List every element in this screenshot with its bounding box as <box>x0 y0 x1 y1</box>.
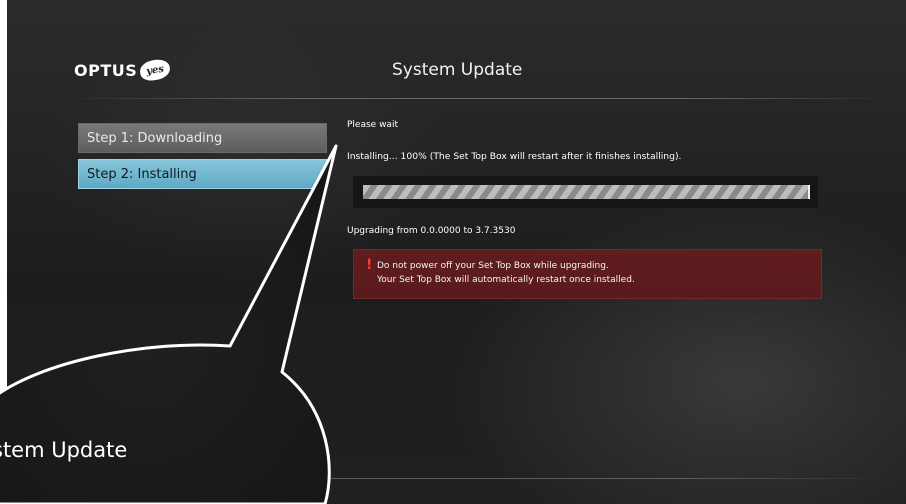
speech-bubble <box>0 144 338 504</box>
callout-text: stem Update <box>0 438 128 462</box>
